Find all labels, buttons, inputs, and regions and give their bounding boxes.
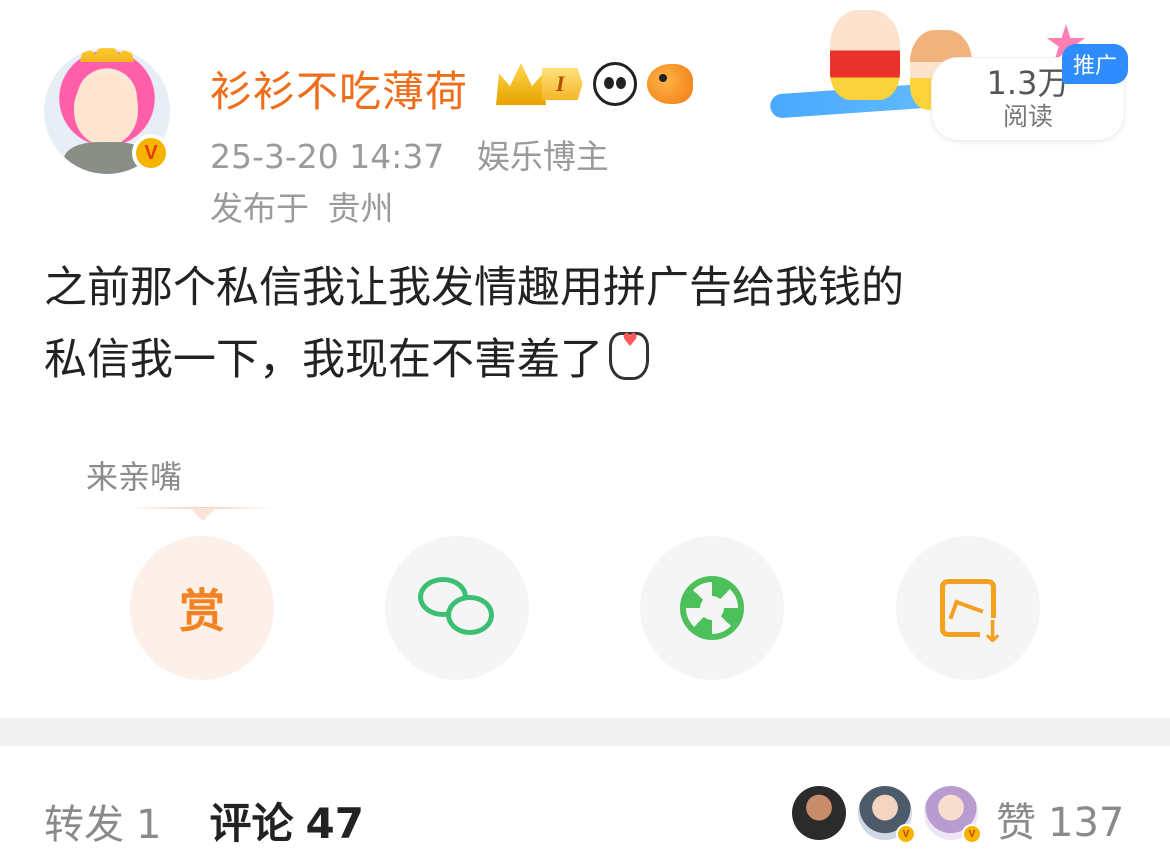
save-image-icon: [940, 579, 1005, 648]
promo-tag[interactable]: 推广: [1062, 44, 1128, 84]
crown-vip-icon: [496, 63, 546, 105]
like-count: 137: [1048, 800, 1125, 846]
avatar-crown: [80, 48, 134, 62]
comment-tab[interactable]: 评论 47: [209, 790, 363, 851]
repost-tab[interactable]: 转发 1: [44, 792, 161, 850]
sticker-character-1: [830, 10, 900, 100]
author-badges: I: [496, 62, 693, 106]
location-city: 贵州: [327, 189, 394, 228]
liker-avatars[interactable]: V V: [792, 786, 982, 844]
verified-badge-icon: V: [962, 824, 982, 844]
author-username[interactable]: 衫衫不吃薄荷: [210, 58, 468, 119]
liker-avatar: V: [858, 786, 916, 844]
reward-button[interactable]: 赏: [130, 536, 274, 680]
post-body: 之前那个私信我让我发情趣用拼广告给我钱的 私信我一下，我现在不害羞了: [44, 252, 1134, 396]
comment-label: 评论: [209, 799, 294, 848]
verified-badge-icon: V: [896, 824, 916, 844]
like-label: 赞: [996, 800, 1036, 846]
fish-icon[interactable]: [646, 64, 693, 104]
heart-hand-icon: [609, 305, 649, 380]
vip-level: I: [542, 68, 583, 100]
repost-count: 1: [136, 802, 162, 848]
liker-avatar: V: [924, 786, 982, 844]
author-avatar[interactable]: V: [44, 48, 170, 174]
read-label: 阅读: [1002, 102, 1053, 131]
wechat-icon: [418, 577, 496, 639]
hint-pointer: [190, 508, 216, 521]
vip-badge[interactable]: I: [496, 63, 583, 105]
share-actions: 赏: [130, 536, 1040, 680]
like-tab[interactable]: 赞 137: [996, 790, 1124, 848]
wechat-share-button[interactable]: [385, 536, 529, 680]
save-image-button[interactable]: [896, 536, 1040, 680]
post-text-line-2: 私信我一下，我现在不害羞了: [44, 305, 1134, 396]
moments-shutter-icon: [680, 576, 744, 640]
avatar-face: [74, 76, 138, 146]
comment-count: 47: [305, 799, 364, 848]
reward-label: 赏: [179, 584, 225, 638]
verified-badge-icon: V: [132, 134, 170, 172]
author-role: 娱乐博主: [476, 137, 609, 176]
location-prefix: 发布于: [210, 189, 309, 228]
repost-label: 转发: [44, 802, 124, 848]
moments-share-button[interactable]: [640, 536, 784, 680]
liker-avatar: [792, 786, 846, 840]
post-text-line-2-content: 私信我一下，我现在不害羞了: [44, 335, 603, 385]
post-meta: 25-3-20 14:37 娱乐博主: [210, 130, 609, 178]
post-stats: 转发 1 评论 47: [44, 790, 364, 851]
wechat-bubble-2: [446, 595, 494, 635]
post-location: 发布于 贵州: [210, 182, 394, 230]
post-timestamp: 25-3-20 14:37: [210, 137, 445, 176]
weibo-post-page: V 衫衫不吃薄荷 I 25-3-20 14:37 娱乐博主 发布于 贵州 1.3…: [0, 0, 1170, 853]
reward-hint: 来亲嘴: [86, 458, 183, 496]
post-text-line-1: 之前那个私信我让我发情趣用拼广告给我钱的: [44, 263, 904, 313]
section-divider: [0, 718, 1170, 746]
panda-icon[interactable]: [592, 62, 637, 106]
